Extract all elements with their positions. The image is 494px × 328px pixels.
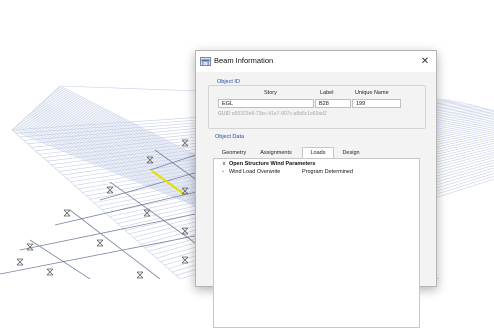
unique-name-header: Unique Name	[355, 90, 389, 96]
title-bar[interactable]: Beam Information ✕	[196, 51, 436, 72]
label-field[interactable]: B28	[315, 99, 351, 108]
beam-info-icon	[200, 57, 211, 66]
story-field[interactable]: EGL	[218, 99, 314, 108]
dialog-title: Beam Information	[214, 56, 274, 65]
beam-information-dialog: Beam Information ✕ Object ID Story Label…	[195, 50, 437, 328]
object-data-label: Object Data	[215, 134, 245, 140]
guid-label: GUID	[218, 111, 231, 117]
tree-item-open-structure-wind[interactable]: ∨ Open Structure Wind Parameters	[222, 161, 315, 167]
unique-name-field[interactable]: 199	[352, 99, 401, 108]
tree-item-wind-load-overwrite[interactable]: › Wind Load Overwrite Program Determined	[222, 169, 412, 175]
chevron-right-icon[interactable]: ›	[222, 169, 229, 175]
tree-item-label: Wind Load Overwrite	[229, 169, 281, 175]
object-id-label: Object ID	[215, 79, 242, 85]
tab-design[interactable]: Design	[336, 148, 366, 158]
label-header: Label	[320, 90, 334, 96]
tab-assignments[interactable]: Assignments	[253, 148, 299, 158]
story-header: Story	[264, 90, 277, 96]
tree-item-value[interactable]: Program Determined	[302, 169, 353, 175]
tab-geometry[interactable]: Geometry	[217, 148, 251, 158]
loads-tab-panel: ∨ Open Structure Wind Parameters › Wind Lo…	[213, 158, 420, 328]
tree-item-label: Open Structure Wind Parameters	[229, 161, 316, 167]
guid-value[interactable]: e55323e8-73ec-41e7-907c-a8a5c1e60ad2	[232, 111, 327, 117]
guid-row: GUID e55323e8-73ec-41e7-907c-a8a5c1e60ad…	[218, 111, 327, 117]
close-button[interactable]: ✕	[414, 51, 436, 72]
chevron-down-icon[interactable]: ∨	[222, 161, 229, 167]
